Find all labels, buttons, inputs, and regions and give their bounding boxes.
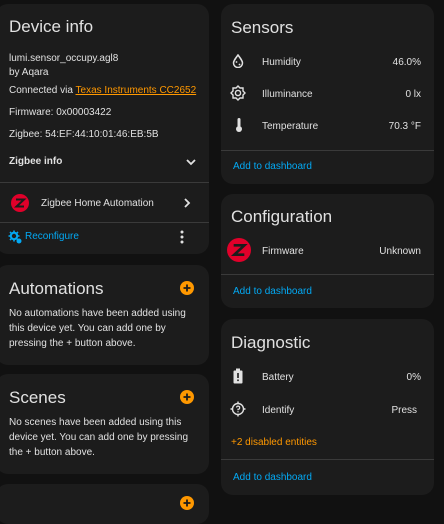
divider — [221, 274, 434, 275]
chevron-down-icon — [186, 159, 196, 166]
identify-label: Identify — [262, 405, 295, 416]
add-script-icon[interactable] — [180, 496, 194, 510]
diagnostic-card: Diagnostic Battery 0% Identify Press +2 … — [221, 319, 434, 495]
sensor-label: Illuminance — [262, 89, 313, 100]
device-info-card: Device info lumi.sensor_occupy.agl8 by A… — [0, 4, 209, 254]
configuration-card: Configuration Firmware Unknown Add to da… — [221, 194, 434, 308]
scenes-empty-text: No scenes have been added using this dev… — [9, 417, 189, 458]
integration-row[interactable]: Zigbee Home Automation — [0, 188, 209, 216]
zigbee-info-label: Zigbee info — [9, 156, 63, 167]
integration-label: Zigbee Home Automation — [41, 198, 154, 209]
sensor-row-temperature[interactable]: Temperature 70.3 °F — [221, 114, 434, 136]
automations-card: Automations No automations have been add… — [0, 265, 209, 365]
connected-via: Connected via Texas Instruments CC2652 — [9, 85, 196, 96]
more-vert-icon[interactable] — [176, 230, 188, 244]
disabled-entities-link[interactable]: +2 disabled entities — [231, 437, 317, 448]
firmware-row[interactable]: Firmware Unknown — [221, 236, 434, 264]
coordinator-link[interactable]: Texas Instruments CC2652 — [76, 85, 197, 96]
zigbee-logo-icon — [11, 194, 29, 212]
add-scene-icon[interactable] — [180, 390, 194, 404]
zigbee-logo-icon — [227, 238, 251, 262]
identify-row: Identify Press — [221, 398, 434, 420]
battery-alert-icon — [233, 368, 243, 384]
sensor-row-illuminance[interactable]: Illuminance 0 lx — [221, 82, 434, 104]
sensor-value: 0 lx — [405, 89, 421, 100]
divider — [0, 182, 209, 183]
add-automation-icon[interactable] — [180, 281, 194, 295]
zigbee-info-expander[interactable]: Zigbee info — [0, 148, 209, 176]
automations-title: Automations — [9, 279, 104, 298]
battery-label: Battery — [262, 372, 294, 383]
identify-press-button[interactable]: Press — [391, 405, 417, 416]
firmware-value: Unknown — [379, 246, 421, 257]
brightness-icon — [230, 85, 246, 101]
diagnostic-add-to-dashboard-button[interactable]: Add to dashboard — [233, 472, 312, 483]
divider — [221, 150, 434, 151]
scenes-title: Scenes — [9, 388, 66, 407]
sensor-label: Temperature — [262, 121, 319, 132]
battery-row[interactable]: Battery 0% — [221, 365, 434, 387]
cog-sync-icon — [8, 230, 22, 244]
device-model: lumi.sensor_occupy.agl8 — [9, 53, 119, 64]
device-manufacturer: by Aqara — [9, 67, 49, 78]
sensor-value: 70.3 °F — [388, 121, 421, 132]
sensor-label: Humidity — [262, 57, 301, 68]
scripts-card — [0, 484, 209, 524]
configuration-add-to-dashboard-button[interactable]: Add to dashboard — [233, 286, 312, 297]
firmware-label: Firmware — [262, 246, 304, 257]
water-percent-icon — [232, 54, 244, 68]
sensors-card: Sensors Humidity 46.0% Illuminance 0 lx … — [221, 4, 434, 184]
zigbee-address: Zigbee: 54:EF:44:10:01:46:EB:5B — [9, 129, 159, 140]
device-info-title: Device info — [9, 17, 94, 36]
crosshairs-question-icon — [230, 401, 246, 417]
scenes-card: Scenes No scenes have been added using t… — [0, 374, 209, 474]
battery-value: 0% — [406, 372, 421, 383]
thermometer-icon — [236, 118, 242, 132]
automations-empty-text: No automations have been added using thi… — [9, 308, 186, 349]
divider — [221, 459, 434, 460]
sensor-row-humidity[interactable]: Humidity 46.0% — [221, 50, 434, 72]
chevron-right-icon — [184, 198, 191, 208]
divider — [0, 222, 209, 223]
sensors-title: Sensors — [231, 18, 294, 37]
configuration-title: Configuration — [231, 207, 333, 226]
sensor-value: 46.0% — [392, 57, 421, 68]
diagnostic-title: Diagnostic — [231, 333, 311, 352]
connected-via-prefix: Connected via — [9, 85, 76, 96]
firmware-info: Firmware: 0x00003422 — [9, 107, 112, 118]
reconfigure-button[interactable]: Reconfigure — [4, 226, 114, 248]
sensors-add-to-dashboard-button[interactable]: Add to dashboard — [233, 161, 312, 172]
reconfigure-label: Reconfigure — [25, 231, 79, 242]
